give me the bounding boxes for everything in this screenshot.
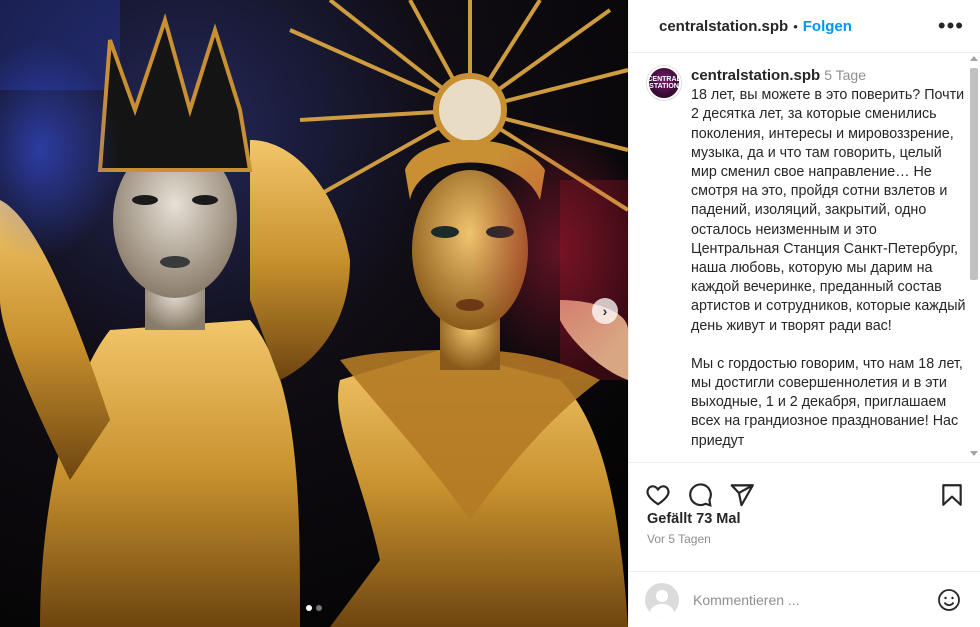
- share-icon[interactable]: [729, 482, 755, 508]
- post-actions: [629, 462, 980, 512]
- carousel-next-button[interactable]: ›: [592, 298, 618, 324]
- avatar[interactable]: CENTRAL STATION: [647, 66, 681, 100]
- more-options-icon[interactable]: •••: [938, 15, 964, 37]
- caption: CENTRAL STATION centralstation.spb 5 Tage…: [629, 54, 980, 451]
- post-header: centralstation.spb • Folgen •••: [629, 0, 980, 53]
- scrollbar-thumb[interactable]: [970, 68, 978, 280]
- carousel-dot: [316, 605, 322, 611]
- bookmark-icon[interactable]: [939, 482, 965, 508]
- scroll-up-icon[interactable]: [970, 56, 978, 61]
- carousel-dots: [306, 605, 322, 611]
- comments-section[interactable]: CENTRAL STATION centralstation.spb 5 Tage…: [629, 54, 980, 462]
- header-separator: •: [793, 18, 798, 34]
- caption-text: centralstation.spb 5 Tage 18 лет, вы може…: [691, 66, 966, 451]
- caption-paragraph-1: 18 лет, вы можете в это поверить? Почти …: [691, 87, 966, 334]
- header-username-link[interactable]: centralstation.spb: [659, 18, 788, 35]
- avatar-logo-text: CENTRAL STATION: [647, 76, 681, 90]
- caption-age[interactable]: 5 Tage: [824, 67, 866, 83]
- add-comment-bar: Kommentieren ...: [629, 571, 980, 627]
- comment-input[interactable]: Kommentieren ...: [693, 592, 937, 608]
- comment-icon[interactable]: [687, 482, 713, 508]
- caption-paragraph-2: Мы с гордостью говорим, что нам 18 лет, …: [691, 355, 963, 449]
- scroll-down-icon[interactable]: [970, 451, 978, 456]
- emoji-icon[interactable]: [937, 588, 961, 612]
- post-details-panel: centralstation.spb • Folgen ••• CENTRAL …: [628, 0, 980, 627]
- post-image[interactable]: ›: [0, 0, 628, 627]
- heart-icon[interactable]: [645, 482, 671, 508]
- follow-button[interactable]: Folgen: [803, 18, 852, 35]
- carousel-dot: [306, 605, 312, 611]
- comments-scrollbar[interactable]: [970, 56, 978, 456]
- post-timestamp[interactable]: Vor 5 Tagen: [647, 532, 711, 546]
- caption-username-link[interactable]: centralstation.spb: [691, 67, 820, 84]
- user-avatar: [645, 582, 679, 617]
- likes-count[interactable]: Gefällt 73 Mal: [647, 511, 740, 527]
